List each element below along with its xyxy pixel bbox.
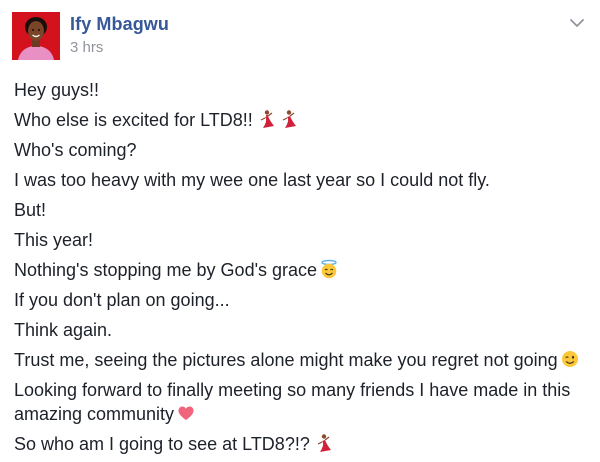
- post-line: Trust me, seeing the pictures alone migh…: [14, 348, 586, 372]
- post-line: Looking forward to finally meeting so ma…: [14, 380, 571, 424]
- post-line: So who am I going to see at LTD8?!?: [14, 432, 586, 456]
- author-name[interactable]: Ify Mbagwu: [70, 14, 169, 35]
- post-header: Ify Mbagwu 3 hrs: [12, 12, 588, 60]
- post-line: But!: [14, 200, 47, 220]
- post-line: If you don't plan on going...: [14, 290, 230, 310]
- profile-photo-icon: [12, 12, 60, 60]
- chevron-down-icon[interactable]: [566, 12, 588, 34]
- post-timestamp[interactable]: 3 hrs: [70, 39, 103, 56]
- post-line: Who's coming?: [14, 140, 137, 160]
- winking-face-emoji: [560, 349, 580, 369]
- dancer-emoji: [277, 109, 297, 129]
- avatar[interactable]: [12, 12, 60, 60]
- red-heart-emoji: [176, 403, 196, 423]
- post-body: Hey guys!! Who else is excited for LTD8!…: [14, 78, 586, 462]
- post-line: Who else is excited for LTD8!!: [14, 108, 586, 132]
- post-line: I was too heavy with my wee one last yea…: [14, 170, 490, 190]
- dancer-emoji: [312, 433, 332, 453]
- post-line: This year!: [14, 230, 94, 250]
- smiling-face-with-halo-emoji: [319, 259, 339, 279]
- post-line: Hey guys!!: [14, 80, 100, 100]
- post-line: Think again.: [14, 320, 113, 340]
- dancer-emoji: [255, 109, 275, 129]
- post-line: Nothing's stopping me by God's grace: [14, 258, 586, 282]
- facebook-post: Ify Mbagwu 3 hrs Hey guys!! Who else is …: [0, 0, 600, 462]
